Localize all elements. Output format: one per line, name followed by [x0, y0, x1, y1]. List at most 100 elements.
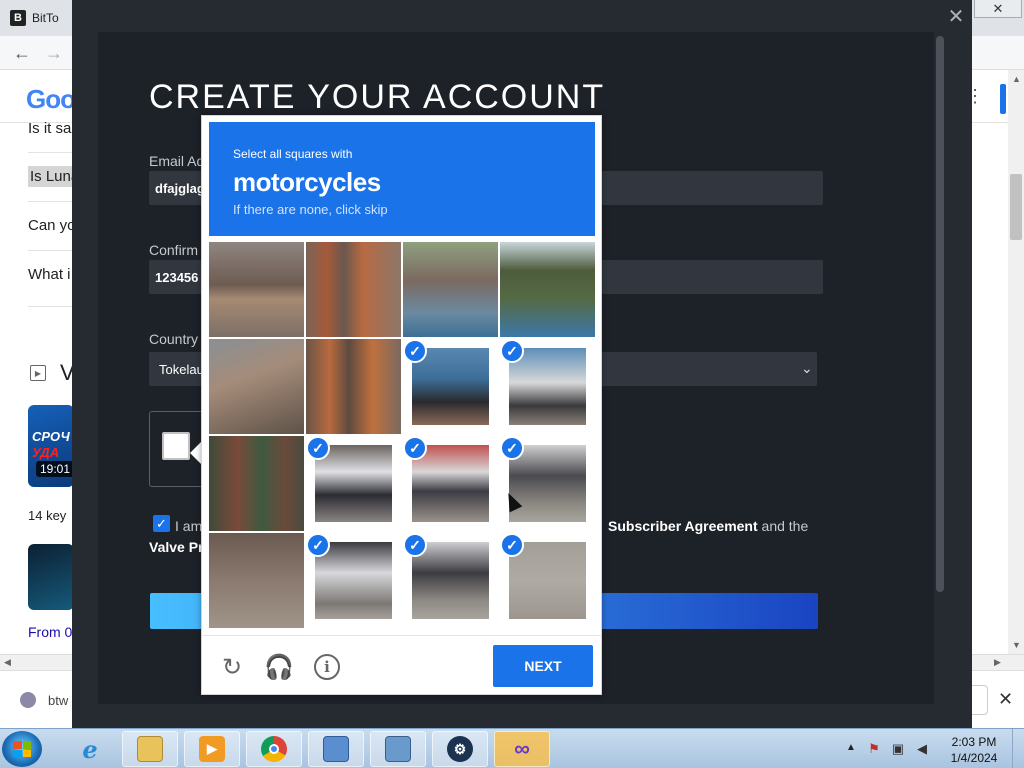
flag-icon[interactable]: ⚑	[866, 741, 882, 757]
video-thumbnail[interactable]: СРОЧ УДА 19:01	[28, 405, 74, 487]
internet-explorer-button[interactable]: e	[62, 731, 118, 767]
challenge-header: Select all squares with motorcycles If t…	[209, 122, 595, 236]
captcha-tile[interactable]: ✓	[403, 339, 498, 434]
system-clock[interactable]: 2:03 PM 1/4/2024	[944, 734, 1004, 766]
recaptcha-challenge: Select all squares with motorcycles If t…	[201, 115, 602, 695]
folder-icon	[137, 736, 163, 762]
network-tool-button[interactable]	[370, 731, 426, 767]
captcha-tile[interactable]: ✓	[500, 533, 595, 628]
check-icon: ✓	[403, 436, 427, 460]
captcha-tile[interactable]: ✓	[500, 339, 595, 434]
captcha-tile[interactable]	[209, 436, 304, 531]
paa-question-4[interactable]: What i	[28, 266, 71, 283]
infinity-app-button[interactable]: ∞	[494, 731, 550, 767]
recaptcha-checkbox[interactable]	[162, 432, 190, 460]
modal-close-icon[interactable]: ✕	[946, 4, 966, 28]
divider	[202, 635, 601, 636]
info-icon[interactable]: i	[314, 654, 340, 680]
google-logo[interactable]: Goo	[26, 84, 76, 115]
chrome-button[interactable]	[246, 731, 302, 767]
scroll-down-icon[interactable]: ▼	[1012, 640, 1021, 650]
email-label: Email Ad	[149, 153, 205, 169]
file-explorer-button[interactable]	[122, 731, 178, 767]
video-source-link[interactable]: From 0	[28, 624, 72, 640]
agreement-text: Subscriber Agreement and the	[608, 518, 808, 534]
check-icon: ✓	[403, 339, 427, 363]
taskbar: e ▶ ⚙ ∞ ▲ ⚑ ▣ ◀ 2:03 PM 1/4/2024	[0, 728, 1024, 768]
forward-button[interactable]: →	[44, 43, 64, 63]
scroll-left-icon[interactable]: ◀	[4, 657, 11, 668]
windows-logo-icon	[13, 741, 31, 757]
subscriber-agreement-link[interactable]: Subscriber Agreement	[608, 518, 758, 534]
paa-question-1[interactable]: Is it sa	[28, 120, 71, 137]
media-player-button[interactable]: ▶	[184, 731, 240, 767]
internet-explorer-icon: e	[82, 734, 98, 764]
captcha-tile[interactable]	[209, 339, 304, 434]
start-button[interactable]	[2, 731, 42, 767]
control-panel-button[interactable]	[308, 731, 364, 767]
reload-icon[interactable]: ↻	[218, 653, 246, 681]
bittorrent-icon: B	[10, 10, 26, 26]
network-icon[interactable]: ▣	[890, 741, 906, 757]
challenge-instruction: Select all squares with	[233, 147, 353, 161]
vertical-scrollbar[interactable]: ▲ ▼	[1008, 70, 1024, 654]
captcha-tile[interactable]: ✓	[500, 436, 595, 531]
video-duration: 19:01	[36, 461, 74, 477]
steam-icon: ⚙	[447, 736, 473, 762]
sign-in-button[interactable]	[1000, 84, 1006, 114]
close-icon[interactable]: ✕	[998, 689, 1013, 710]
control-panel-icon	[323, 736, 349, 762]
captcha-tile[interactable]	[306, 242, 401, 337]
steam-button[interactable]: ⚙	[432, 731, 488, 767]
tab-title: BitTo	[32, 11, 59, 25]
captcha-tile[interactable]: ✓	[306, 533, 401, 628]
video-caption: 14 key	[28, 508, 67, 523]
window-close-button[interactable]: ✕	[974, 0, 1022, 18]
captcha-tile[interactable]: ✓	[403, 436, 498, 531]
country-label: Country	[149, 331, 199, 347]
captcha-tile[interactable]	[209, 242, 304, 337]
captcha-tile[interactable]	[403, 242, 498, 337]
and-the-text: and the	[757, 518, 809, 534]
site-icon	[20, 692, 36, 708]
check-icon: ✓	[500, 533, 524, 557]
chrome-icon	[261, 736, 287, 762]
challenge-hint: If there are none, click skip	[233, 202, 388, 217]
browser-tab[interactable]: B BitTo	[10, 4, 80, 32]
captcha-tile[interactable]	[209, 533, 304, 628]
captcha-tile[interactable]	[500, 242, 595, 337]
agree-text: I am	[175, 518, 203, 534]
captcha-tile[interactable]: ✓	[403, 533, 498, 628]
check-icon: ✓	[500, 339, 524, 363]
check-icon: ✓	[403, 533, 427, 557]
clock-date: 1/4/2024	[950, 751, 998, 765]
page-title: CREATE YOUR ACCOUNT	[149, 78, 606, 116]
scroll-right-icon[interactable]: ▶	[994, 657, 1001, 668]
volume-icon[interactable]: ◀	[914, 741, 930, 757]
video-icon: ▶	[30, 365, 46, 381]
video-thumbnail[interactable]	[28, 544, 74, 610]
challenge-target: motorcycles	[233, 167, 381, 197]
modal-scrollbar[interactable]	[936, 36, 944, 592]
agree-checkbox[interactable]: ✓	[153, 515, 170, 532]
check-icon: ✓	[306, 533, 330, 557]
check-icon: ✓	[500, 436, 524, 460]
scrollbar-thumb[interactable]	[1010, 174, 1022, 240]
thumbnail-text: СРОЧ	[32, 429, 70, 444]
show-hidden-icons[interactable]: ▲	[846, 742, 856, 753]
thumbnail-text: УДА	[32, 445, 60, 460]
valve-privacy-link[interactable]: Valve Pr	[149, 539, 204, 555]
media-player-icon: ▶	[199, 736, 225, 762]
bottom-bar-text: btw	[48, 693, 69, 708]
next-button[interactable]: NEXT	[493, 645, 593, 687]
back-button[interactable]: ←	[12, 43, 32, 63]
headphones-icon[interactable]: 🎧	[264, 653, 294, 681]
show-desktop-button[interactable]	[1012, 729, 1024, 768]
scroll-up-icon[interactable]: ▲	[1012, 74, 1021, 84]
captcha-tile[interactable]	[306, 339, 401, 434]
paa-question-3[interactable]: Can yo	[28, 217, 76, 234]
captcha-tile[interactable]: ✓	[306, 436, 401, 531]
country-value: Tokelau	[159, 361, 204, 377]
challenge-pointer	[190, 442, 201, 464]
clock-time: 2:03 PM	[951, 735, 997, 749]
